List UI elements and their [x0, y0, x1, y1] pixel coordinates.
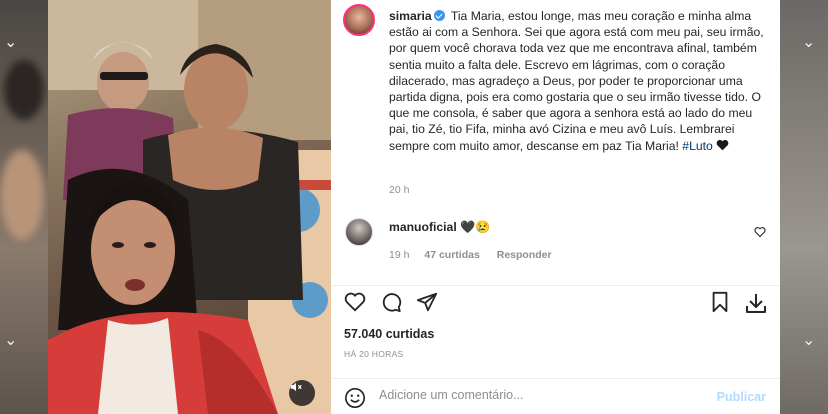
chevron-down-icon[interactable]: ⌄ — [4, 330, 17, 350]
emoji-icon[interactable] — [344, 387, 366, 409]
background-right-blur: ⌄ ⌄ — [780, 0, 828, 414]
post-actions-bar — [331, 285, 780, 317]
blur-shape — [0, 150, 44, 240]
comment-username[interactable]: manuoficial — [389, 220, 457, 234]
speaker-muted-icon — [290, 382, 302, 392]
post-timestamp: 20 h — [389, 184, 410, 196]
comment-emojis: 🖤😢 — [460, 220, 491, 234]
comment-meta: 19 h 47 curtidas Responder — [389, 249, 566, 261]
comment-body: manuoficial 🖤😢 — [389, 220, 490, 234]
comment-input[interactable] — [379, 388, 699, 402]
chevron-down-icon[interactable]: ⌄ — [802, 32, 815, 52]
comment-time: 19 h — [389, 249, 410, 261]
comment-icon[interactable] — [380, 291, 402, 313]
caption-username[interactable]: simaria — [389, 9, 432, 23]
post-details-panel: simaria Tia Maria, estou longe, mas meu … — [331, 0, 780, 414]
post-caption: simaria Tia Maria, estou longe, mas meu … — [389, 8, 769, 154]
heart-icon[interactable] — [344, 291, 366, 313]
comment-item: manuoficial 🖤😢 19 h 47 curtidas Responde… — [331, 212, 780, 272]
caption-text: Tia Maria, estou longe, mas meu coração … — [389, 9, 764, 153]
blur-shape — [4, 60, 44, 120]
commenter-avatar[interactable] — [345, 218, 373, 246]
hashtag-link[interactable]: #Luto — [682, 139, 713, 153]
comment-likes[interactable]: 47 curtidas — [424, 249, 479, 261]
video-frame-illustration — [48, 0, 331, 414]
likes-count[interactable]: 57.040 curtidas — [344, 327, 434, 341]
mute-button[interactable] — [289, 380, 315, 406]
publish-button[interactable]: Publicar — [717, 390, 766, 404]
background-left-blur: ⌄ ⌄ — [0, 0, 48, 414]
share-icon[interactable] — [416, 291, 438, 313]
post-video[interactable] — [48, 0, 331, 414]
comment-composer: Publicar — [331, 378, 780, 414]
posted-ago: HÁ 20 HORAS — [344, 349, 404, 359]
download-icon[interactable] — [744, 291, 768, 315]
comment-like-heart-icon[interactable] — [754, 226, 766, 238]
avatar[interactable] — [343, 4, 375, 36]
verified-badge-icon — [433, 10, 445, 21]
black-heart-icon — [716, 139, 729, 151]
bookmark-icon[interactable] — [709, 291, 731, 313]
reply-button[interactable]: Responder — [497, 249, 552, 261]
chevron-down-icon[interactable]: ⌄ — [802, 330, 815, 350]
chevron-down-icon[interactable]: ⌄ — [4, 32, 17, 52]
